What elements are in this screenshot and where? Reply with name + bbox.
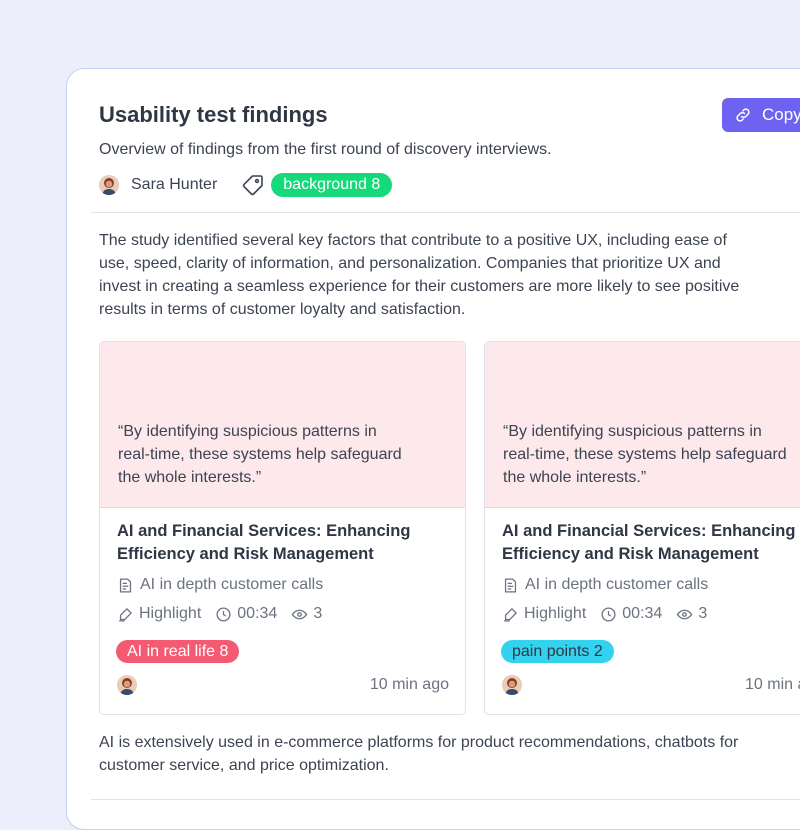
eye-icon [291,609,308,619]
findings-panel: Usability test findings Copy link Overvi… [66,68,800,830]
quote-line: the whole interests.” [118,469,262,486]
intro-line: invest in creating a seamless experience… [99,278,740,295]
tag-badge[interactable]: AI in real life 8 [116,640,240,663]
card-title-line: Efficiency and Risk Management [502,545,759,563]
avatar [502,675,522,695]
background-card: Usability test findings Copy link Overvi… [0,0,800,830]
quote-line: the whole interests.” [503,469,647,486]
meta-row: Sara Hunter background 8 [99,173,393,197]
intro-line: The study identified several key factors… [99,232,727,249]
timestamp: 10 min ago [369,676,449,693]
quote-line: “By identifying suspicious patterns in [118,423,377,440]
quote-line: real-time, these systems help safeguard [118,446,402,463]
outro-paragraph: AI is extensively used in e-commerce pla… [99,731,800,777]
quote-text: “By identifying suspicious patterns in r… [118,420,448,489]
outro-line: customer service, and price optimization… [99,757,389,774]
highlighter-icon [119,607,132,622]
insight-card[interactable]: “By identifying suspicious patterns in r… [99,341,466,715]
intro-paragraph: The study identified several key factors… [99,229,800,321]
intro-line: results in terms of customer loyalty and… [99,301,466,318]
views-count: 3 [698,605,708,622]
page-subtitle: Overview of findings from the first roun… [99,141,552,158]
stats-row: Highlight 00:34 3 [117,605,336,623]
document-icon [504,577,517,593]
page-title: Usability test findings [99,102,328,127]
quote-text: “By identifying suspicious patterns in r… [503,420,800,489]
card-title[interactable]: AI and Financial Services: Enhancing Eff… [117,520,457,566]
quote-area: “By identifying suspicious patterns in r… [485,342,800,508]
views-stat: 3 [676,605,707,623]
duration-value: 00:34 [622,605,663,622]
tag-badge[interactable]: pain points 2 [501,640,614,663]
tag-icon[interactable] [241,173,265,197]
source-label[interactable]: AI in depth customer calls [525,576,708,594]
eye-icon [676,609,693,619]
quote-line: real-time, these systems help safeguard [503,446,787,463]
stats-row: Highlight 00:34 3 [502,605,721,623]
duration-stat: 00:34 [215,605,277,623]
document-icon [119,577,132,593]
card-title[interactable]: AI and Financial Services: Enhancing Eff… [502,520,800,566]
highlight-label: Highlight [524,605,587,622]
copy-link-label: Copy link [762,105,800,124]
quote-line: “By identifying suspicious patterns in [503,423,762,440]
source-label[interactable]: AI in depth customer calls [140,576,323,594]
views-stat: 3 [291,605,322,623]
card-title-line: AI and Financial Services: Enhancing [502,522,796,540]
source-row: AI in depth customer calls [502,576,708,594]
source-row: AI in depth customer calls [117,576,323,594]
highlight-label: Highlight [139,605,202,622]
card-title-line: AI and Financial Services: Enhancing [117,522,411,540]
timestamp: 10 min ago [745,676,800,693]
header-divider [91,212,800,213]
highlighter-icon [504,607,517,622]
tag-badge-background[interactable]: background 8 [271,173,393,197]
insight-card[interactable]: “By identifying suspicious patterns in r… [484,341,800,715]
intro-line: use, speed, clarity of information, and … [99,255,721,272]
author-name[interactable]: Sara Hunter [131,176,217,194]
quote-area: “By identifying suspicious patterns in r… [100,342,465,508]
clock-icon [601,606,616,622]
clock-icon [216,606,231,622]
avatar [117,675,137,695]
highlight-stat: Highlight [117,605,201,623]
copy-link-button[interactable]: Copy link [722,98,800,132]
card-title-line: Efficiency and Risk Management [117,545,374,563]
outro-line: AI is extensively used in e-commerce pla… [99,734,739,751]
duration-value: 00:34 [237,605,278,622]
duration-stat: 00:34 [600,605,662,623]
views-count: 3 [313,605,323,622]
highlight-stat: Highlight [502,605,586,623]
link-icon [736,108,750,122]
author-avatar [99,175,119,195]
